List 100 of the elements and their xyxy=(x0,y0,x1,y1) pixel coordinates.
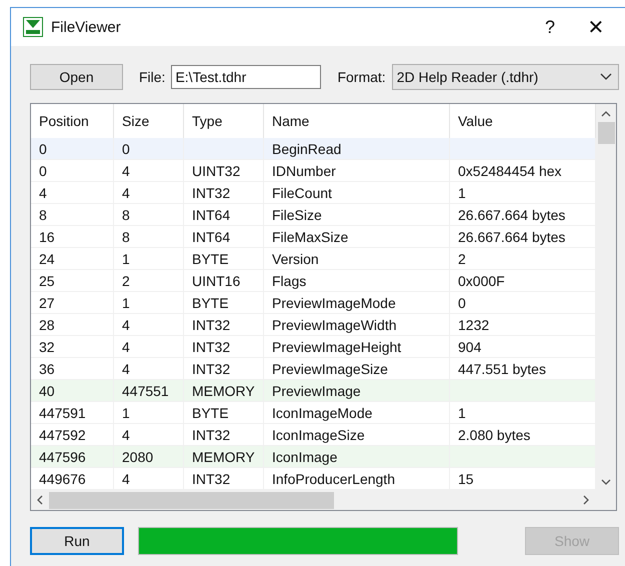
table-cell: 1 xyxy=(458,404,466,420)
table-cell: 4 xyxy=(122,470,130,486)
scroll-left-icon[interactable] xyxy=(36,495,44,505)
chevron-down-icon xyxy=(600,73,612,81)
table-cell: 447.551 bytes xyxy=(458,360,546,376)
table-cell: Flags xyxy=(272,272,306,288)
table-cell: 4 xyxy=(122,360,130,376)
table-cell: 4 xyxy=(122,184,130,200)
run-button[interactable]: Run xyxy=(30,527,124,555)
table-cell: IconImageSize xyxy=(272,426,365,442)
table-row[interactable]: 25 2 UINT16 Flags 0x000F xyxy=(31,270,596,292)
table-cell: 449676 xyxy=(39,470,86,486)
table-cell: INT32 xyxy=(192,470,230,486)
table-cell: 1 xyxy=(122,294,130,310)
table-cell: BYTE xyxy=(192,294,229,310)
table-row[interactable]: 40 447551 MEMORY PreviewImage xyxy=(31,380,596,402)
table-cell: INT32 xyxy=(192,426,230,442)
table-cell: 32 xyxy=(39,338,55,354)
table-cell: 447591 xyxy=(39,404,86,420)
close-button[interactable]: ✕ xyxy=(573,12,619,42)
table-cell: PreviewImageHeight xyxy=(272,338,402,354)
table-cell: INT64 xyxy=(192,228,230,244)
table-cell: 1 xyxy=(458,184,466,200)
table-cell: 16 xyxy=(39,228,55,244)
table-cell: 15 xyxy=(458,470,474,486)
table-cell: 904 xyxy=(458,338,482,354)
table-cell: 36 xyxy=(39,360,55,376)
window-title: FileViewer xyxy=(51,18,121,36)
table-cell: 0 xyxy=(39,162,47,178)
app-icon xyxy=(23,17,43,37)
scroll-thumb[interactable] xyxy=(598,122,614,144)
table-row[interactable]: 4 4 INT32 FileCount 1 xyxy=(31,182,596,204)
table-cell: 8 xyxy=(122,228,130,244)
scroll-up-icon[interactable] xyxy=(601,110,611,118)
table-cell: INT64 xyxy=(192,206,230,222)
format-dropdown[interactable]: 2D Help Reader (.tdhr) xyxy=(392,64,619,90)
table-cell: 4 xyxy=(39,184,47,200)
help-button[interactable]: ? xyxy=(527,12,573,42)
table-cell: BYTE xyxy=(192,250,229,266)
table-cell: 4 xyxy=(122,338,130,354)
table-cell: INT32 xyxy=(192,338,230,354)
table-row[interactable]: 32 4 INT32 PreviewImageHeight 904 xyxy=(31,336,596,358)
table-row[interactable]: 16 8 INT64 FileMaxSize 26.667.664 bytes xyxy=(31,226,596,248)
scroll-thumb[interactable] xyxy=(49,492,334,508)
table-cell: INT32 xyxy=(192,184,230,200)
table-cell: 0 xyxy=(39,140,47,156)
table-cell: Version xyxy=(272,250,319,266)
table-cell: BYTE xyxy=(192,404,229,420)
table-row[interactable]: 0 0 BeginRead xyxy=(31,138,596,160)
table-row[interactable]: 27 1 BYTE PreviewImageMode 0 xyxy=(31,292,596,314)
file-label: File: xyxy=(139,69,166,85)
table-cell: 447592 xyxy=(39,426,86,442)
table-cell: IconImage xyxy=(272,448,338,464)
table-row[interactable]: 8 8 INT64 FileSize 26.667.664 bytes xyxy=(31,204,596,226)
table-cell: InfoProducerLength xyxy=(272,470,395,486)
table-cell: 40 xyxy=(39,382,55,398)
table-cell: 27 xyxy=(39,294,55,310)
table-cell: 4 xyxy=(122,426,130,442)
scroll-right-icon[interactable] xyxy=(582,495,590,505)
table-cell: INT32 xyxy=(192,316,230,332)
table-cell: MEMORY xyxy=(192,382,255,398)
table-cell: 8 xyxy=(39,206,47,222)
table-row[interactable]: 447596 2080 MEMORY IconImage xyxy=(31,446,596,468)
table-cell: 4 xyxy=(122,162,130,178)
horizontal-scrollbar[interactable] xyxy=(31,490,616,510)
table-row[interactable]: 24 1 BYTE Version 2 xyxy=(31,248,596,270)
table-cell: 2 xyxy=(122,272,130,288)
table-cell: 2.080 bytes xyxy=(458,426,530,442)
table-cell: 0 xyxy=(122,140,130,156)
table-cell: FileSize xyxy=(272,206,322,222)
table-cell: IDNumber xyxy=(272,162,336,178)
table-cell: PreviewImage xyxy=(272,382,361,398)
table-cell: 447551 xyxy=(122,382,169,398)
table-cell: 0x52484454 hex xyxy=(458,162,562,178)
scroll-down-icon[interactable] xyxy=(601,478,611,486)
table-cell: MEMORY xyxy=(192,448,255,464)
open-button[interactable]: Open xyxy=(30,64,123,90)
table-cell: FileCount xyxy=(272,184,332,200)
table-cell: 26.667.664 bytes xyxy=(458,206,566,222)
file-field[interactable]: E:\Test.tdhr xyxy=(171,65,322,89)
table-cell: PreviewImageMode xyxy=(272,294,396,310)
table-cell: 4 xyxy=(122,316,130,332)
table-row[interactable]: 28 4 INT32 PreviewImageWidth 1232 xyxy=(31,314,596,336)
table-cell: 24 xyxy=(39,250,55,266)
table-cell: 2080 xyxy=(122,448,154,464)
table-cell: 1 xyxy=(122,404,130,420)
table-cell: INT32 xyxy=(192,360,230,376)
table-cell: 8 xyxy=(122,206,130,222)
table-cell: 447596 xyxy=(39,448,86,464)
table-cell: 0x000F xyxy=(458,272,505,288)
format-label: Format: xyxy=(337,69,386,85)
table-cell: 1232 xyxy=(458,316,490,332)
table-cell: 2 xyxy=(458,250,466,266)
table-row[interactable]: 0 4 UINT32 IDNumber 0x52484454 hex xyxy=(31,160,596,182)
table-cell: 25 xyxy=(39,272,55,288)
vertical-scrollbar[interactable] xyxy=(596,104,616,490)
table-cell: 26.667.664 bytes xyxy=(458,228,566,244)
table-cell: PreviewImageWidth xyxy=(272,316,396,332)
table-cell: FileMaxSize xyxy=(272,228,348,244)
table-row[interactable]: 447591 1 BYTE IconImageMode 1 xyxy=(31,402,596,424)
